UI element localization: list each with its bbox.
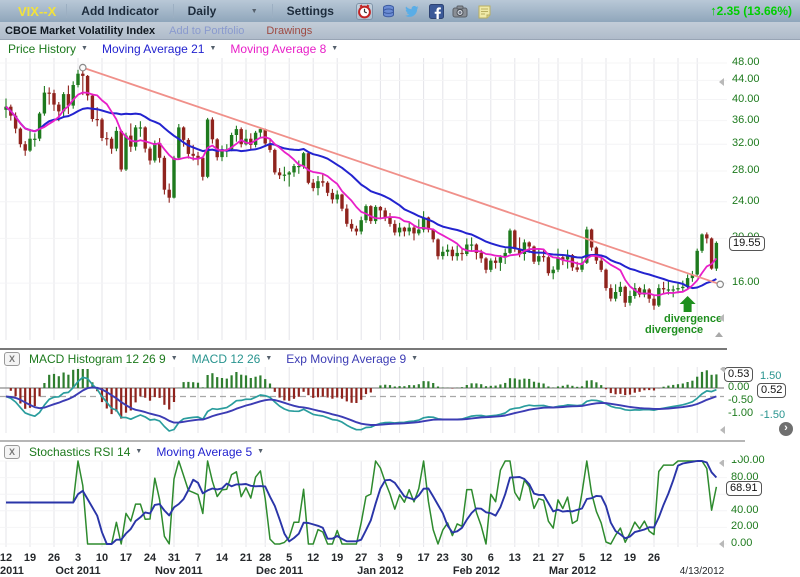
database-coins-icon[interactable] (380, 3, 397, 20)
macd-panel-header: X MACD Histogram 12 26 9 ▼ MACD 12 26 ▼ … (0, 350, 740, 367)
settings-button[interactable]: Settings (283, 4, 338, 18)
chevron-down-icon: ▼ (81, 45, 88, 52)
toolbar-divider (272, 4, 273, 18)
charting-app-window: { "icons": { "dropdown": "▼", "close": "… (0, 0, 800, 577)
stoch-panel-header: X Stochastics RSI 14 ▼ Moving Average 5 … (0, 443, 740, 460)
ma8-label: Moving Average 8 (230, 42, 326, 56)
drawings-link[interactable]: Drawings (266, 25, 312, 37)
macd-value-box: 0.52 (757, 383, 786, 398)
price-change-badge: ↑2.35 (13.66%) (710, 3, 792, 18)
timeframe-value: Daily (188, 4, 217, 18)
close-stoch-panel-button[interactable]: X (4, 445, 20, 459)
stoch-rsi-label: Stochastics RSI 14 (29, 445, 130, 459)
stoch-value-box: 68.91 (726, 481, 762, 496)
chevron-down-icon: ▼ (265, 355, 272, 362)
stoch-ma-label: Moving Average 5 (156, 445, 252, 459)
scroll-left-icon[interactable] (719, 314, 724, 322)
symbol-subheader: CBOE Market Volatility Index Add to Port… (0, 22, 800, 40)
scroll-left-icon[interactable] (719, 540, 724, 548)
macd-label: MACD 12 26 (192, 352, 261, 366)
chevron-down-icon: ▼ (251, 8, 258, 15)
scroll-up-icon[interactable] (715, 332, 723, 337)
moving-average-8-menu[interactable]: Moving Average 8 ▼ (230, 42, 338, 56)
camera-icon[interactable] (452, 3, 469, 20)
notes-icon[interactable] (476, 3, 493, 20)
scroll-left-icon[interactable] (720, 426, 725, 434)
ma21-label: Moving Average 21 (102, 42, 205, 56)
twitter-icon[interactable] (404, 3, 421, 20)
price-panel-header: Price History ▼ Moving Average 21 ▼ Movi… (0, 40, 740, 57)
symbol-full-name: CBOE Market Volatility Index (5, 25, 155, 37)
chevron-down-icon: ▼ (257, 448, 264, 455)
scroll-left-icon[interactable] (719, 78, 724, 86)
toolbar-divider (66, 4, 67, 18)
divergence-annotation-2: divergence (645, 324, 703, 336)
macd-menu[interactable]: MACD 12 26 ▼ (192, 352, 273, 366)
alert-clock-icon[interactable] (356, 3, 373, 20)
price-history-menu[interactable]: Price History ▼ (8, 42, 88, 56)
current-price-box: 19.55 (729, 236, 765, 251)
chevron-down-icon: ▼ (171, 355, 178, 362)
stoch-ma-menu[interactable]: Moving Average 5 ▼ (156, 445, 264, 459)
chevron-down-icon: ▼ (331, 45, 338, 52)
close-macd-panel-button[interactable]: X (4, 352, 20, 366)
timeframe-select[interactable]: Daily ▼ (184, 4, 262, 18)
macd-histogram-value-box: 0.53 (724, 367, 753, 382)
chart-canvas[interactable] (0, 0, 800, 577)
moving-average-21-menu[interactable]: Moving Average 21 ▼ (102, 42, 216, 56)
chevron-down-icon: ▼ (411, 355, 418, 362)
main-toolbar: VIX--X Add Indicator Daily ▼ Settings (0, 0, 800, 22)
add-indicator-button[interactable]: Add Indicator (77, 4, 162, 18)
macd-histogram-menu[interactable]: MACD Histogram 12 26 9 ▼ (29, 352, 178, 366)
price-history-label: Price History (8, 42, 76, 56)
chevron-down-icon: ▼ (209, 45, 216, 52)
symbol-label: VIX--X (18, 4, 56, 19)
toolbar-divider (173, 4, 174, 18)
add-to-portfolio-link[interactable]: Add to Portfolio (169, 25, 244, 37)
scroll-right-button[interactable]: › (779, 422, 793, 436)
macd-histogram-label: MACD Histogram 12 26 9 (29, 352, 166, 366)
ema9-label: Exp Moving Average 9 (286, 352, 406, 366)
stoch-rsi-menu[interactable]: Stochastics RSI 14 ▼ (29, 445, 142, 459)
facebook-icon[interactable] (428, 3, 445, 20)
change-value: 2.35 (13.66%) (717, 4, 792, 18)
scroll-left-icon[interactable] (719, 459, 724, 467)
chevron-down-icon: ▼ (135, 448, 142, 455)
exp-moving-average-menu[interactable]: Exp Moving Average 9 ▼ (286, 352, 418, 366)
